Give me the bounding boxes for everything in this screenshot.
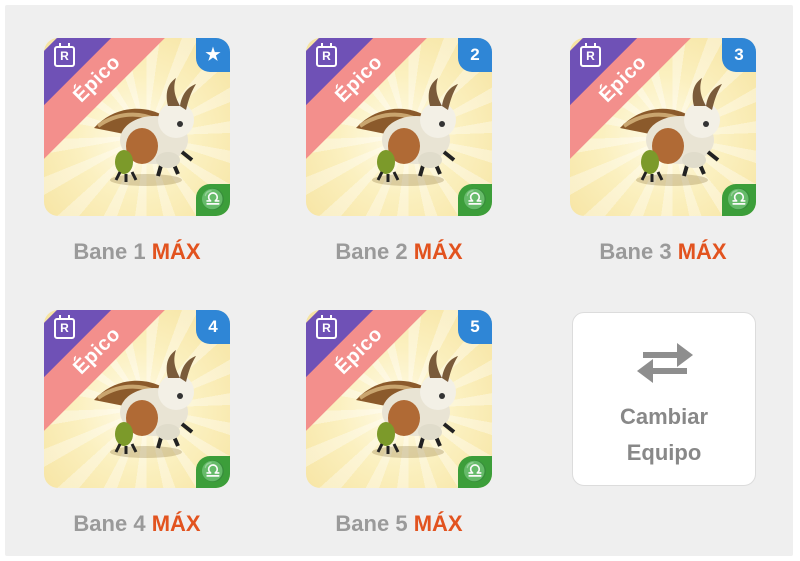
monster-name: Bane 1 [73,239,146,264]
monster-label: Bane 5 MÁX [306,511,492,537]
monster-label: Bane 2 MÁX [306,239,492,265]
rarity-calendar-badge: R [54,315,75,339]
monster-label: Bane 1 MÁX [44,239,230,265]
level-max-tag: MÁX [677,239,727,264]
monster-card[interactable]: Épico R ★ ♎ [44,38,230,216]
change-team-button[interactable]: Cambiar Equipo [572,312,756,486]
libra-element-icon: ♎ [196,456,230,488]
monster-name: Bane 5 [335,511,408,536]
slot-number-badge: 5 [458,310,492,344]
level-max-tag: MÁX [151,511,201,536]
monster-card[interactable]: Épico R 4 ♎ [44,310,230,488]
team-slot[interactable]: Épico R 5 ♎ Bane 5 MÁX [306,310,492,537]
star-icon: ★ [196,38,230,72]
monster-card[interactable]: Épico R 2 ♎ [306,38,492,216]
rarity-calendar-badge: R [54,43,75,67]
rarity-calendar-badge: R [316,315,337,339]
slot-number-badge: 3 [722,38,756,72]
monster-card[interactable]: Épico R 3 ♎ [570,38,756,216]
libra-element-icon: ♎ [458,184,492,216]
monster-name: Bane 2 [335,239,408,264]
monster-label: Bane 4 MÁX [44,511,230,537]
libra-element-icon: ♎ [458,456,492,488]
monster-label: Bane 3 MÁX [570,239,756,265]
swap-arrows-icon [637,343,693,383]
team-slot[interactable]: Épico R 3 ♎ Bane 3 MÁX [570,38,756,265]
libra-element-icon: ♎ [196,184,230,216]
slot-number-badge: 2 [458,38,492,72]
team-slot[interactable]: Épico R ★ ♎ Bane 1 MÁX [44,38,230,265]
team-slot[interactable]: Épico R 2 ♎ Bane 2 MÁX [306,38,492,265]
slot-number-badge: 4 [196,310,230,344]
change-team-label: Cambiar Equipo [619,404,709,465]
level-max-tag: MÁX [413,239,463,264]
libra-element-icon: ♎ [722,184,756,216]
team-slot[interactable]: Épico R 4 ♎ Bane 4 MÁX [44,310,230,537]
rarity-calendar-badge: R [316,43,337,67]
rarity-calendar-badge: R [580,43,601,67]
monster-name: Bane 3 [599,239,672,264]
level-max-tag: MÁX [413,511,463,536]
level-max-tag: MÁX [151,239,201,264]
monster-name: Bane 4 [73,511,146,536]
monster-card[interactable]: Épico R 5 ♎ [306,310,492,488]
